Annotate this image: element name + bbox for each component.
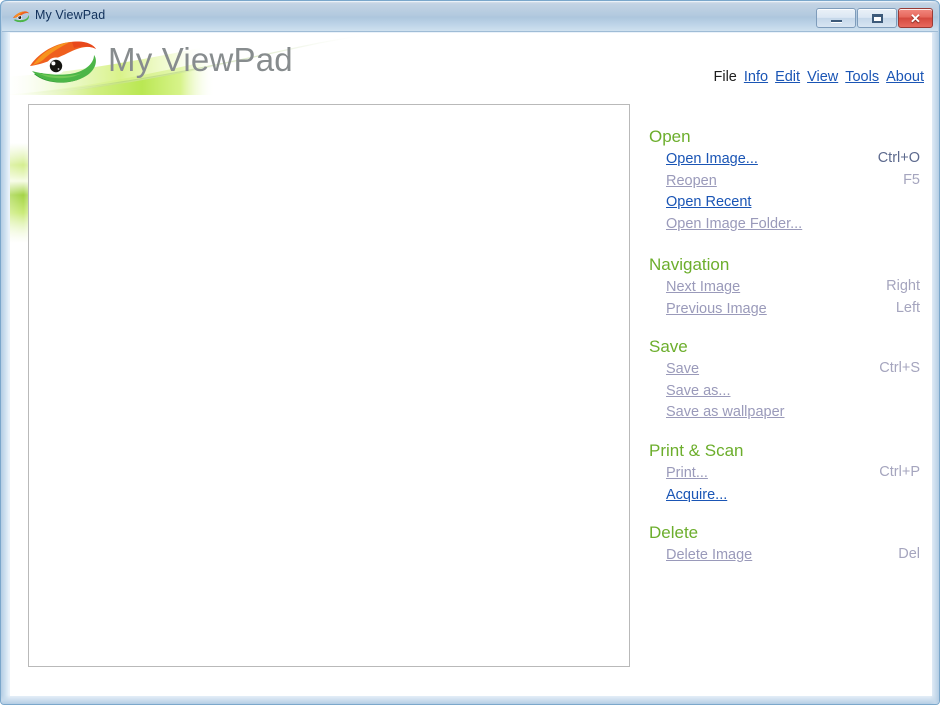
menu-item-label: Previous Image <box>666 300 767 317</box>
section-heading: Print & Scan <box>649 441 744 460</box>
menu-item-shortcut: F5 <box>903 171 920 188</box>
menu-section-print-scan: Print & Scan Print... Ctrl+P Acquire... <box>639 441 924 507</box>
menu-tab-info[interactable]: Info <box>744 69 768 85</box>
app-logo-icon <box>12 9 30 25</box>
minimize-button[interactable] <box>816 8 856 28</box>
menu-item-label: Save <box>666 361 700 377</box>
menu-item-shortcut: Right <box>886 278 920 294</box>
menu-tab-bar: File Info Edit View Tools About <box>639 69 925 89</box>
menu-item-shortcut: Ctrl+S <box>879 360 920 376</box>
close-icon: ✕ <box>910 10 921 26</box>
image-preview-panel[interactable] <box>28 104 630 667</box>
app-title: My ViewPad <box>108 41 293 78</box>
menu-item-shortcut: Left <box>895 299 920 316</box>
menu-tab-edit[interactable]: Edit <box>775 69 800 85</box>
section-heading: Save <box>649 337 688 356</box>
client-area: My ViewPad File Info Edit View Tools About Op… <box>10 33 932 696</box>
menu-tab-about[interactable]: About <box>886 69 924 85</box>
menu-item-save-as: Save as... <box>639 382 924 404</box>
menu-item-open-recent[interactable]: Open Recent <box>639 193 924 215</box>
menu-item-label: Reopen <box>666 172 717 189</box>
menu-item-save: Save Ctrl+S <box>639 360 924 382</box>
menu-item-label[interactable]: Acquire... <box>666 487 727 503</box>
menu-section-navigation: Navigation Next Image Right Previous Image L… <box>639 255 924 321</box>
menu-section-delete: Delete Delete Image Del <box>639 523 924 568</box>
menu-item-reopen: Reopen F5 <box>639 172 924 194</box>
menu-item-shortcut: Ctrl+P <box>879 464 920 480</box>
menu-item-label[interactable]: Open Recent <box>666 194 751 210</box>
menu-tab-file: File <box>713 69 737 85</box>
menu-item-acquire[interactable]: Acquire... <box>639 486 924 508</box>
maximize-icon <box>858 9 896 27</box>
menu-item-previous-image: Previous Image Left <box>639 300 924 322</box>
menu-item-next-image: Next Image Right <box>639 278 924 300</box>
viewpad-eye-logo <box>28 38 100 88</box>
menu-item-open-image[interactable]: Open Image... Ctrl+O <box>639 150 924 172</box>
menu-tab-view[interactable]: View <box>807 69 838 85</box>
menu-section-open: Open Open Image... Ctrl+O Reopen F5 Open Rece… <box>639 127 924 236</box>
menu-item-label[interactable]: Open Image... <box>666 151 758 167</box>
menu-item-label: Delete Image <box>666 547 753 563</box>
menu-item-shortcut: Del <box>898 546 920 562</box>
minimize-icon <box>817 9 855 27</box>
close-button[interactable]: ✕ <box>898 8 933 28</box>
menu-item-label: Next Image <box>666 279 741 295</box>
menu-item-print: Print... Ctrl+P <box>639 464 924 486</box>
maximize-button[interactable] <box>857 8 897 28</box>
menu-item-save-as-wallpaper: Save as wallpaper <box>639 403 924 425</box>
window-title: My ViewPad <box>35 8 106 22</box>
title-bar[interactable]: My ViewPad ✕ <box>2 2 938 32</box>
menu-item-delete-image: Delete Image Del <box>639 546 924 568</box>
menu-item-label: Save as wallpaper <box>666 404 785 420</box>
menu-item-label: Print... <box>666 465 708 481</box>
menu-item-shortcut: Ctrl+O <box>877 150 920 166</box>
section-heading: Delete <box>649 523 699 542</box>
menu-section-save: Save Save Ctrl+S Save as... Save as wallpape… <box>639 337 924 425</box>
section-heading: Navigation <box>649 255 730 274</box>
application-window: My ViewPad ✕ My ViewPad File Info Edit V… <box>0 0 940 705</box>
menu-item-label: Open Image Folder... <box>666 215 803 232</box>
section-heading: Open <box>649 127 691 146</box>
menu-item-open-image-folder: Open Image Folder... <box>639 215 924 237</box>
menu-tab-tools[interactable]: Tools <box>845 69 879 85</box>
menu-item-label: Save as... <box>666 382 731 399</box>
